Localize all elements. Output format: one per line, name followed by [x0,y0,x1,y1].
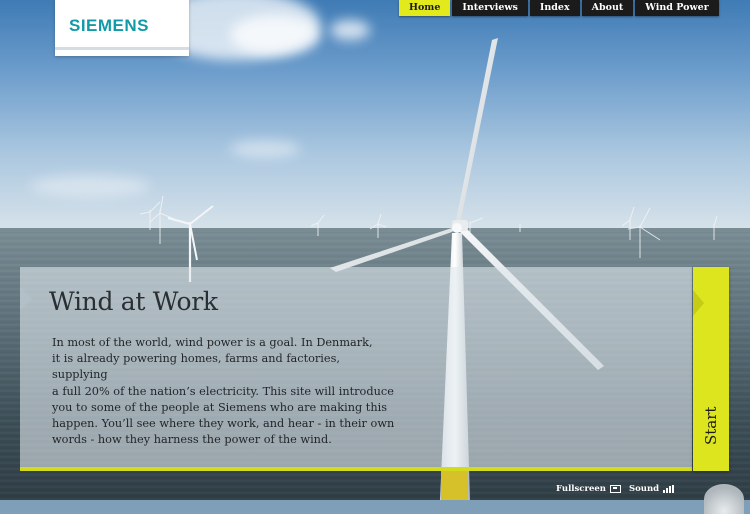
nav-item-index[interactable]: Index [529,0,580,16]
nav-item-wind-power[interactable]: Wind Power [635,0,719,16]
nav-item-home[interactable]: Home [399,0,451,16]
fullscreen-icon [609,485,621,493]
chevron-right-icon [693,290,704,316]
intro-line: a full 20% of the nation’s electricity. … [52,384,394,398]
intro-body: In most of the world, wind power is a go… [52,335,397,448]
intro-line: it is already powering homes, farms and … [52,352,340,382]
nav-item-about[interactable]: About [581,0,634,16]
intro-line: happen. You’ll see where they work, and … [52,417,395,431]
intro-line: In most of the world, wind power is a go… [52,336,373,349]
sound-bars-icon [663,485,675,493]
sound-button[interactable]: Sound [629,484,675,494]
intro-line: you to some of the people at Siemens who… [52,400,388,414]
nav-item-interviews[interactable]: Interviews [452,0,528,16]
logo-text: SIEMENS [69,16,150,35]
fullscreen-button[interactable]: Fullscreen [556,484,621,494]
sound-label: Sound [629,484,660,494]
siemens-logo[interactable]: SIEMENS [55,0,189,56]
panel-accent-bar [20,467,692,471]
fullscreen-label: Fullscreen [556,484,606,494]
helmet-thumbnail [704,484,744,514]
intro-line: words - how they harness the power of th… [52,433,332,447]
start-label: Start [702,406,720,445]
intro-title: Wind at Work [49,287,218,316]
panel-notch [20,287,32,311]
main-nav: Home Interviews Index About Wind Power [399,0,719,16]
